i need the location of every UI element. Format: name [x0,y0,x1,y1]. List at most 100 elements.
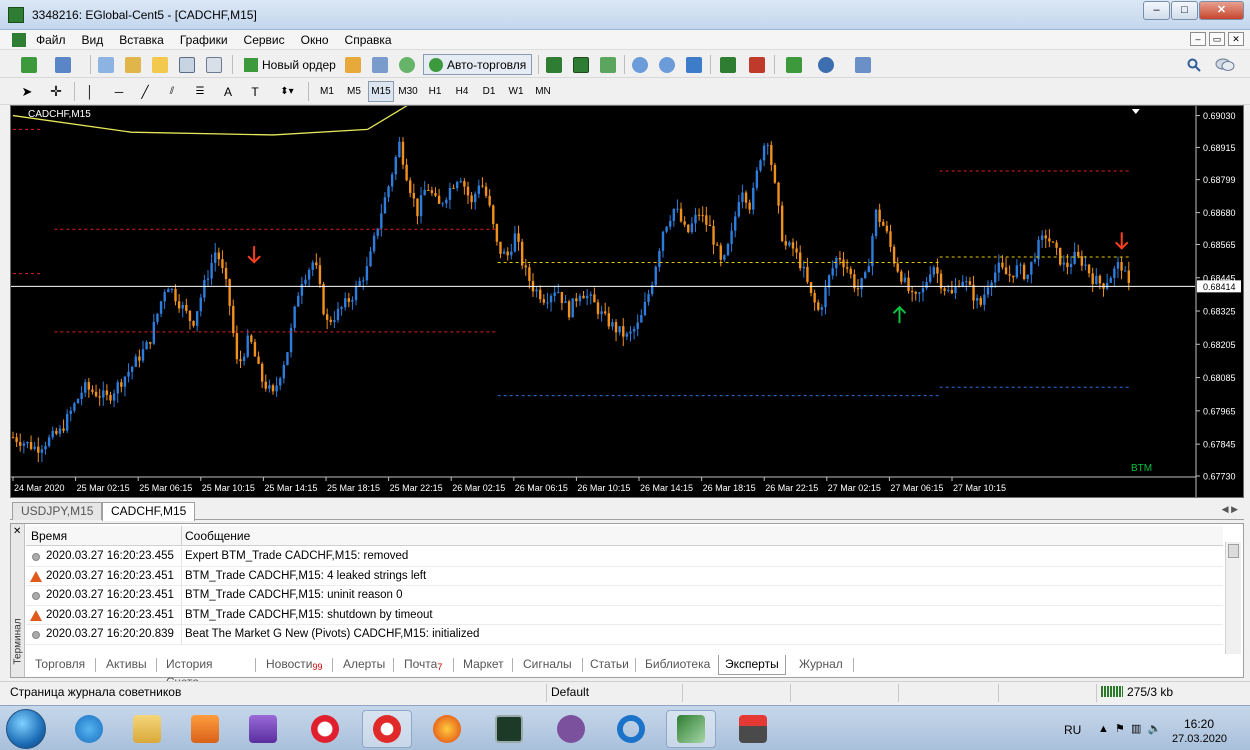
viber-icon[interactable] [546,710,596,748]
log-row[interactable]: 2020.03.27 16:20:23.451 BTM_Trade CADCHF… [26,586,1223,606]
menu-charts[interactable]: Графики [180,33,228,47]
timeframe-d1[interactable]: D1 [476,81,502,102]
log-scrollbar[interactable] [1225,542,1241,654]
chart-shift-icon[interactable] [717,54,739,75]
trendline-icon[interactable]: ╱ [136,81,154,102]
tray-icons[interactable]: ▲ ⚑ ▥ 🔈 [1098,722,1161,735]
action-center-flag-icon[interactable]: ⚑ [1115,723,1125,735]
fibonacci-icon[interactable]: ☰ [190,81,210,102]
timeframe-m5[interactable]: M5 [341,81,367,102]
candlestick-chart-icon[interactable] [570,54,592,75]
strategy-tester-icon[interactable] [203,54,225,75]
timeframe-h1[interactable]: H1 [422,81,448,102]
parallels-icon[interactable] [728,710,778,748]
log-row[interactable]: 2020.03.27 16:20:23.451 BTM_Trade CADCHF… [26,605,1223,625]
tab-exposure[interactable]: Активы [100,655,153,675]
menu-view[interactable]: Вид [82,33,104,47]
clock-time[interactable]: 16:20 [1184,717,1214,731]
crosshair-icon[interactable]: ✛ [46,81,66,102]
timeframe-m1[interactable]: M1 [314,81,340,102]
timeframe-w1[interactable]: W1 [503,81,529,102]
tab-signals[interactable]: Сигналы [517,655,578,675]
show-hidden-icons-icon[interactable]: ▲ [1098,723,1109,735]
tab-account-history[interactable]: История Счета [160,655,219,689]
text-label-icon[interactable]: T [246,81,264,102]
new-order-button[interactable]: Новый ордер [238,54,342,75]
price-chart[interactable]: 0.69030 0.68915 0.68799 0.68680 0.68565 0.684… [10,105,1244,498]
cursor-icon[interactable]: ➤ [18,81,36,102]
bar-chart-icon[interactable] [543,54,565,75]
log-row[interactable]: 2020.03.27 16:20:23.451 BTM_Trade CADCHF… [26,566,1223,586]
internet-explorer-icon[interactable] [64,710,114,748]
new-chart-icon[interactable] [18,54,40,75]
tab-alerts[interactable]: Алерты [337,655,391,675]
message-column-header[interactable]: Сообщение [185,529,250,543]
menu-help[interactable]: Справка [345,33,392,47]
autotrading-button[interactable]: Авто-торговля [423,54,533,75]
equidistant-channel-icon[interactable]: ⫽ [162,81,182,102]
indicators-icon[interactable] [783,54,805,75]
log-row[interactable]: 2020.03.27 16:20:23.455 Expert BTM_Trade… [26,547,1223,567]
firefox-icon[interactable] [422,710,472,748]
chart-restore-button[interactable]: ▭ [1209,32,1225,46]
timeframe-m30[interactable]: M30 [395,81,421,102]
market-watch-icon[interactable] [95,54,117,75]
tab-mailbox[interactable]: Почта7 [398,655,448,675]
media-player-icon[interactable] [180,710,230,748]
keyboard-language[interactable]: RU [1064,723,1081,737]
menu-tools[interactable]: Сервис [244,33,285,47]
metaeditor-icon[interactable] [342,54,364,75]
close-button[interactable]: ✕ [1199,1,1244,20]
chart-minimize-button[interactable]: – [1190,32,1206,46]
navigator-icon[interactable] [149,54,171,75]
templates-icon[interactable] [852,54,874,75]
menu-insert[interactable]: Вставка [119,33,164,47]
start-button-icon[interactable] [6,709,46,749]
horizontal-line-icon[interactable]: ─ [110,81,128,102]
arrows-icon[interactable]: ⬍▾ [274,81,300,102]
text-icon[interactable]: A [220,81,236,102]
tile-windows-icon[interactable] [683,54,705,75]
line-chart-icon[interactable] [597,54,619,75]
status-connection[interactable]: 275/3 kb [1096,684,1246,702]
timeframe-m15[interactable]: M15 [368,81,394,102]
opera-icon[interactable] [300,710,350,748]
tab-library[interactable]: Библиотека [639,655,716,675]
chart-tab-usdjpy[interactable]: USDJPY,M15 [12,502,103,520]
scrollbar-thumb[interactable] [1228,544,1239,558]
tab-articles[interactable]: Статьи [584,655,635,675]
tab-market[interactable]: Маркет [457,655,510,675]
visual-studio-icon[interactable] [238,710,288,748]
status-profile[interactable]: Default [546,684,682,702]
time-column-header[interactable]: Время [31,529,67,543]
tab-trade[interactable]: Торговля [29,655,91,675]
profiles-icon[interactable] [52,54,74,75]
tab-scroll-arrows-icon[interactable]: ◀ ▶ [1222,504,1238,515]
timeframe-mn[interactable]: MN [530,81,556,102]
log-row[interactable]: 2020.03.27 16:20:20.839 Beat The Market … [26,625,1223,645]
auto-scroll-icon[interactable] [746,54,768,75]
periods-icon[interactable] [815,54,837,75]
chart-window-icon[interactable] [12,33,26,47]
network-icon[interactable]: ▥ [1131,723,1141,735]
tab-experts[interactable]: Эксперты [718,655,786,675]
signals-icon[interactable] [396,54,418,75]
minimize-button[interactable]: – [1143,1,1170,20]
file-explorer-icon[interactable] [122,710,172,748]
yandex-browser-icon[interactable] [362,710,412,748]
chart-close-button[interactable]: ✕ [1228,32,1244,46]
search-icon[interactable] [1184,54,1204,75]
zoom-out-icon[interactable] [656,54,678,75]
tab-news[interactable]: Новости99 [260,655,328,675]
chart-tab-cadchf[interactable]: CADCHF,M15 [102,502,196,521]
g-app-icon[interactable] [606,710,656,748]
terminal-icon[interactable] [176,54,198,75]
vertical-line-icon[interactable]: │ [82,81,98,102]
maximize-button[interactable]: □ [1171,1,1198,20]
task-manager-icon[interactable] [484,710,534,748]
terminal-close-icon[interactable]: ✕ [13,526,21,537]
chat-icon[interactable] [1212,54,1238,75]
zoom-in-icon[interactable] [629,54,651,75]
volume-icon[interactable]: 🔈 [1148,723,1162,735]
trading-icon[interactable] [369,54,391,75]
